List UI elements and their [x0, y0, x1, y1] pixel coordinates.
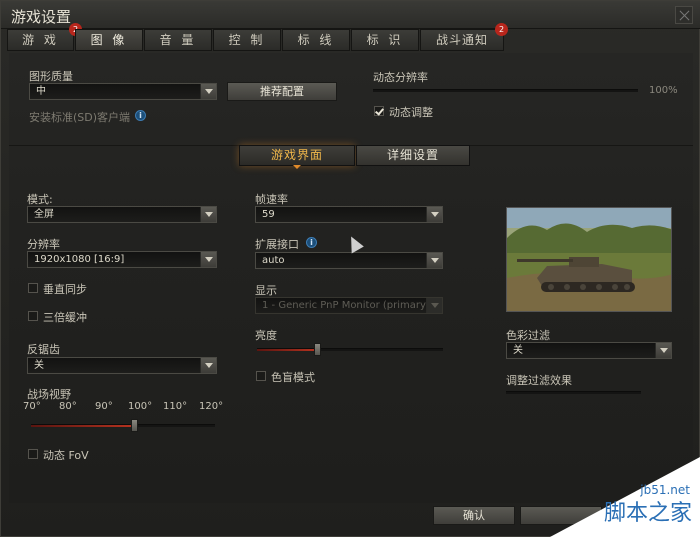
- tab-game-interface[interactable]: 游戏界面: [239, 145, 355, 166]
- fov-tick: 70°: [23, 401, 41, 412]
- aa-label: 反锯齿: [27, 343, 60, 356]
- chevron-down-icon: [200, 84, 216, 99]
- active-indicator-icon: [293, 165, 301, 169]
- dynamic-res-slider[interactable]: [373, 89, 638, 92]
- filter-effect-slider[interactable]: [506, 391, 641, 394]
- fov-slider-handle[interactable]: [131, 419, 139, 432]
- fov-tick: 80°: [59, 401, 77, 412]
- brightness-slider-fill: [257, 349, 317, 351]
- colorblind-checkbox[interactable]: [256, 371, 266, 381]
- dynamic-fov-checkbox[interactable]: [28, 449, 38, 459]
- chevron-down-icon: [655, 343, 671, 358]
- info-icon[interactable]: i: [135, 110, 146, 121]
- chevron-down-icon: [426, 298, 442, 313]
- brightness-slider-handle[interactable]: [313, 343, 321, 356]
- ext-interface-label: 扩展接口: [255, 238, 299, 251]
- fps-dropdown[interactable]: 59: [255, 206, 443, 223]
- dynamic-res-label: 动态分辨率: [373, 71, 428, 84]
- dynamic-adjust-checkbox[interactable]: [374, 106, 384, 116]
- mode-dropdown[interactable]: 全屏: [27, 206, 217, 223]
- aa-dropdown[interactable]: 关: [27, 357, 217, 374]
- chevron-down-icon: [200, 207, 216, 222]
- fov-slider-fill: [31, 425, 135, 427]
- tab-sound[interactable]: 音 量: [144, 29, 212, 51]
- brightness-label: 亮度: [255, 329, 277, 342]
- chevron-down-icon: [426, 207, 442, 222]
- sd-client-label: 安装标准(SD)客户端: [29, 111, 131, 124]
- quality-label: 图形质量: [29, 70, 73, 83]
- title-bar: 游戏设置: [1, 1, 700, 29]
- tab-graphics[interactable]: 图 像: [75, 29, 143, 51]
- mode-label: 模式:: [27, 193, 53, 206]
- dynamic-fov-label: 动态 FoV: [43, 449, 89, 462]
- dynamic-res-value: 100%: [649, 85, 678, 96]
- tab-markers[interactable]: 标 识: [351, 29, 419, 51]
- preview-image: [506, 207, 672, 312]
- resolution-dropdown[interactable]: 1920x1080 [16:9]: [27, 251, 217, 268]
- chevron-down-icon: [200, 252, 216, 267]
- fov-tick: 100°: [128, 401, 153, 412]
- fov-label: 战场视野: [27, 388, 71, 401]
- vsync-checkbox[interactable]: [28, 283, 38, 293]
- brightness-slider[interactable]: [257, 348, 443, 351]
- fov-slider[interactable]: [31, 424, 215, 427]
- colorblind-label: 色盲模式: [271, 371, 315, 384]
- recommend-button[interactable]: 推荐配置: [227, 82, 337, 101]
- color-filter-label: 色彩过滤: [506, 329, 550, 342]
- quality-dropdown[interactable]: 中: [29, 83, 217, 100]
- tab-controls[interactable]: 控 制: [213, 29, 281, 51]
- confirm-button[interactable]: 确认: [433, 506, 515, 525]
- tab-battle-notify-badge: 2: [495, 23, 508, 36]
- dynamic-adjust-label: 动态调整: [389, 106, 433, 119]
- tab-battle-notify[interactable]: 战斗通知: [420, 29, 504, 51]
- window-title: 游戏设置: [11, 8, 72, 26]
- chevron-down-icon: [200, 358, 216, 373]
- ext-interface-dropdown[interactable]: auto: [255, 252, 443, 269]
- triple-buffer-label: 三倍缓冲: [43, 311, 87, 324]
- vsync-label: 垂直同步: [43, 283, 87, 296]
- display-label: 显示: [255, 284, 277, 297]
- graphics-panel: 图形质量 中 推荐配置 安装标准(SD)客户端 i 动态分辨率 100% 动态调…: [9, 53, 693, 503]
- fov-tick: 90°: [95, 401, 113, 412]
- color-filter-dropdown[interactable]: 关: [506, 342, 672, 359]
- fov-tick: 110°: [163, 401, 188, 412]
- tab-detail-settings[interactable]: 详细设置: [356, 145, 470, 166]
- chevron-down-icon: [426, 253, 442, 268]
- watermark-name: 脚本之家: [603, 501, 692, 526]
- fps-label: 帧速率: [255, 193, 288, 206]
- triple-buffer-checkbox[interactable]: [28, 311, 38, 321]
- resolution-label: 分辨率: [27, 238, 60, 251]
- close-icon[interactable]: [675, 6, 693, 24]
- display-dropdown[interactable]: 1 - Generic PnP Monitor (primary): [255, 297, 443, 314]
- tank-preview: [507, 208, 671, 311]
- fov-tick: 120°: [199, 401, 224, 412]
- info-icon[interactable]: i: [306, 237, 317, 248]
- filter-effect-label: 调整过滤效果: [506, 374, 572, 387]
- tab-game[interactable]: 游 戏: [7, 29, 74, 51]
- tab-reticle[interactable]: 标 线: [282, 29, 350, 51]
- watermark: jb51.net 脚本之家: [550, 457, 700, 537]
